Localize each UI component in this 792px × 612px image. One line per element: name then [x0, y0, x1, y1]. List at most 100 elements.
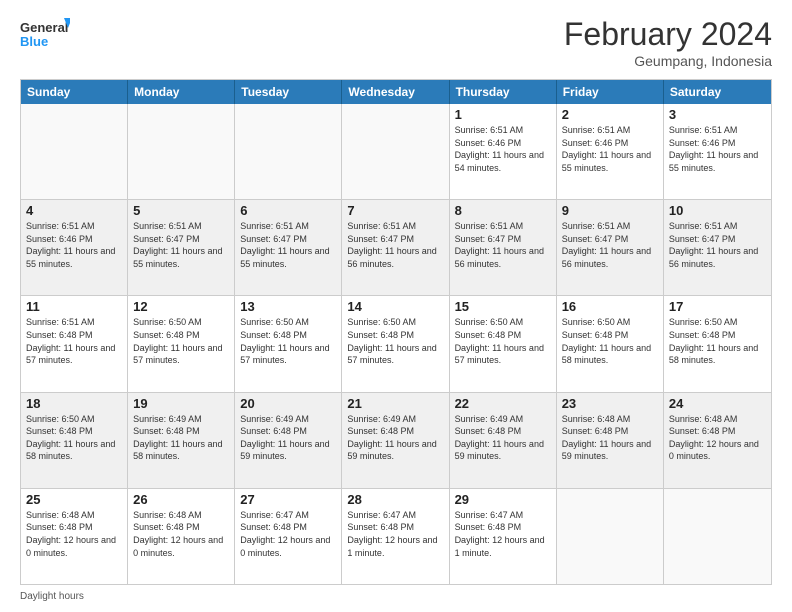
- day-info: Sunrise: 6:48 AM Sunset: 6:48 PM Dayligh…: [669, 413, 766, 463]
- day-cell: 11 Sunrise: 6:51 AM Sunset: 6:48 PM Dayli…: [21, 296, 128, 391]
- header-day-monday: Monday: [128, 80, 235, 104]
- header-day-wednesday: Wednesday: [342, 80, 449, 104]
- day-cell: 20 Sunrise: 6:49 AM Sunset: 6:48 PM Dayli…: [235, 393, 342, 488]
- day-cell: 12Sunrise: 6:50 AM Sunset: 6:48 PM Dayli…: [128, 296, 235, 391]
- day-info: Sunrise: 6:51 AM Sunset: 6:47 PM Dayligh…: [669, 220, 766, 270]
- day-info: Sunrise: 6:49 AM Sunset: 6:48 PM Dayligh…: [455, 413, 551, 463]
- day-info: Sunrise: 6:49 AM Sunset: 6:48 PM Dayligh…: [347, 413, 443, 463]
- day-number: 24: [669, 396, 766, 411]
- month-title: February 2024: [564, 16, 772, 53]
- day-number: 17: [669, 299, 766, 314]
- day-cell: 9 Sunrise: 6:51 AM Sunset: 6:47 PM Daylig…: [557, 200, 664, 295]
- header-day-thursday: Thursday: [450, 80, 557, 104]
- day-info: Sunrise: 6:51 AM Sunset: 6:46 PM Dayligh…: [669, 124, 766, 174]
- day-number: 20: [240, 396, 336, 411]
- day-cell: [342, 104, 449, 199]
- day-cell: [235, 104, 342, 199]
- day-info: Sunrise: 6:47 AM Sunset: 6:48 PM Dayligh…: [347, 509, 443, 559]
- day-number: 21: [347, 396, 443, 411]
- day-cell: 24 Sunrise: 6:48 AM Sunset: 6:48 PM Dayli…: [664, 393, 771, 488]
- day-info: Sunrise: 6:51 AM Sunset: 6:47 PM Dayligh…: [347, 220, 443, 270]
- day-info: Sunrise: 6:50 AM Sunset: 6:48 PM Dayligh…: [562, 316, 658, 366]
- day-info: Sunrise: 6:49 AM Sunset: 6:48 PM Dayligh…: [133, 413, 229, 463]
- day-number: 15: [455, 299, 551, 314]
- day-number: 4: [26, 203, 122, 218]
- day-info: Sunrise: 6:48 AM Sunset: 6:48 PM Dayligh…: [133, 509, 229, 559]
- day-cell: 8 Sunrise: 6:51 AM Sunset: 6:47 PM Daylig…: [450, 200, 557, 295]
- day-cell: 23Sunrise: 6:48 AM Sunset: 6:48 PM Dayli…: [557, 393, 664, 488]
- day-cell: 6 Sunrise: 6:51 AM Sunset: 6:47 PM Daylig…: [235, 200, 342, 295]
- day-cell: 16 Sunrise: 6:50 AM Sunset: 6:48 PM Dayli…: [557, 296, 664, 391]
- day-number: 13: [240, 299, 336, 314]
- logo: General Blue: [20, 16, 70, 54]
- day-info: Sunrise: 6:49 AM Sunset: 6:48 PM Dayligh…: [240, 413, 336, 463]
- day-number: 26: [133, 492, 229, 507]
- day-number: 22: [455, 396, 551, 411]
- day-info: Sunrise: 6:50 AM Sunset: 6:48 PM Dayligh…: [347, 316, 443, 366]
- day-number: 11: [26, 299, 122, 314]
- day-cell: 15 Sunrise: 6:50 AM Sunset: 6:48 PM Dayli…: [450, 296, 557, 391]
- day-info: Sunrise: 6:51 AM Sunset: 6:48 PM Dayligh…: [26, 316, 122, 366]
- day-cell: 27 Sunrise: 6:47 AM Sunset: 6:48 PM Dayli…: [235, 489, 342, 584]
- day-number: 29: [455, 492, 551, 507]
- day-cell: 1 Sunrise: 6:51 AM Sunset: 6:46 PM Daylig…: [450, 104, 557, 199]
- title-area: February 2024 Geumpang, Indonesia: [564, 16, 772, 69]
- day-cell: 5Sunrise: 6:51 AM Sunset: 6:47 PM Daylig…: [128, 200, 235, 295]
- week-row-2: 4Sunrise: 6:51 AM Sunset: 6:46 PM Daylig…: [21, 199, 771, 295]
- day-info: Sunrise: 6:47 AM Sunset: 6:48 PM Dayligh…: [240, 509, 336, 559]
- day-cell: 4Sunrise: 6:51 AM Sunset: 6:46 PM Daylig…: [21, 200, 128, 295]
- day-cell: 13 Sunrise: 6:50 AM Sunset: 6:48 PM Dayli…: [235, 296, 342, 391]
- day-number: 2: [562, 107, 658, 122]
- day-cell: 22 Sunrise: 6:49 AM Sunset: 6:48 PM Dayli…: [450, 393, 557, 488]
- day-info: Sunrise: 6:51 AM Sunset: 6:47 PM Dayligh…: [133, 220, 229, 270]
- day-cell: 14 Sunrise: 6:50 AM Sunset: 6:48 PM Dayli…: [342, 296, 449, 391]
- day-info: Sunrise: 6:51 AM Sunset: 6:46 PM Dayligh…: [562, 124, 658, 174]
- week-row-5: 25Sunrise: 6:48 AM Sunset: 6:48 PM Dayli…: [21, 488, 771, 584]
- day-info: Sunrise: 6:51 AM Sunset: 6:47 PM Dayligh…: [562, 220, 658, 270]
- day-info: Sunrise: 6:50 AM Sunset: 6:48 PM Dayligh…: [26, 413, 122, 463]
- day-cell: [557, 489, 664, 584]
- day-number: 16: [562, 299, 658, 314]
- day-cell: 25Sunrise: 6:48 AM Sunset: 6:48 PM Dayli…: [21, 489, 128, 584]
- day-info: Sunrise: 6:50 AM Sunset: 6:48 PM Dayligh…: [455, 316, 551, 366]
- header-day-saturday: Saturday: [664, 80, 771, 104]
- day-cell: 26 Sunrise: 6:48 AM Sunset: 6:48 PM Dayli…: [128, 489, 235, 584]
- day-info: Sunrise: 6:48 AM Sunset: 6:48 PM Dayligh…: [562, 413, 658, 463]
- day-cell: [664, 489, 771, 584]
- day-cell: 7 Sunrise: 6:51 AM Sunset: 6:47 PM Daylig…: [342, 200, 449, 295]
- day-cell: 18 Sunrise: 6:50 AM Sunset: 6:48 PM Dayli…: [21, 393, 128, 488]
- day-info: Sunrise: 6:51 AM Sunset: 6:47 PM Dayligh…: [240, 220, 336, 270]
- day-cell: 17 Sunrise: 6:50 AM Sunset: 6:48 PM Dayli…: [664, 296, 771, 391]
- calendar-header: SundayMondayTuesdayWednesdayThursdayFrid…: [21, 80, 771, 104]
- day-cell: 28Sunrise: 6:47 AM Sunset: 6:48 PM Dayli…: [342, 489, 449, 584]
- day-cell: [128, 104, 235, 199]
- day-number: 9: [562, 203, 658, 218]
- svg-text:Blue: Blue: [20, 34, 48, 49]
- page: General Blue February 2024 Geumpang, Ind…: [0, 0, 792, 612]
- day-number: 1: [455, 107, 551, 122]
- day-number: 19: [133, 396, 229, 411]
- day-info: Sunrise: 6:51 AM Sunset: 6:46 PM Dayligh…: [455, 124, 551, 174]
- day-cell: [21, 104, 128, 199]
- day-info: Sunrise: 6:47 AM Sunset: 6:48 PM Dayligh…: [455, 509, 551, 559]
- subtitle: Geumpang, Indonesia: [564, 53, 772, 69]
- day-info: Sunrise: 6:50 AM Sunset: 6:48 PM Dayligh…: [240, 316, 336, 366]
- day-cell: 29 Sunrise: 6:47 AM Sunset: 6:48 PM Dayli…: [450, 489, 557, 584]
- day-info: Sunrise: 6:50 AM Sunset: 6:48 PM Dayligh…: [669, 316, 766, 366]
- calendar: SundayMondayTuesdayWednesdayThursdayFrid…: [20, 79, 772, 585]
- day-number: 14: [347, 299, 443, 314]
- day-info: Sunrise: 6:51 AM Sunset: 6:47 PM Dayligh…: [455, 220, 551, 270]
- day-cell: 10Sunrise: 6:51 AM Sunset: 6:47 PM Dayli…: [664, 200, 771, 295]
- day-number: 8: [455, 203, 551, 218]
- day-number: 18: [26, 396, 122, 411]
- day-number: 27: [240, 492, 336, 507]
- day-number: 6: [240, 203, 336, 218]
- day-number: 12: [133, 299, 229, 314]
- calendar-body: 1 Sunrise: 6:51 AM Sunset: 6:46 PM Daylig…: [21, 104, 771, 584]
- header-day-sunday: Sunday: [21, 80, 128, 104]
- svg-text:General: General: [20, 20, 68, 35]
- header: General Blue February 2024 Geumpang, Ind…: [20, 16, 772, 69]
- day-cell: 19 Sunrise: 6:49 AM Sunset: 6:48 PM Dayli…: [128, 393, 235, 488]
- day-number: 3: [669, 107, 766, 122]
- day-number: 7: [347, 203, 443, 218]
